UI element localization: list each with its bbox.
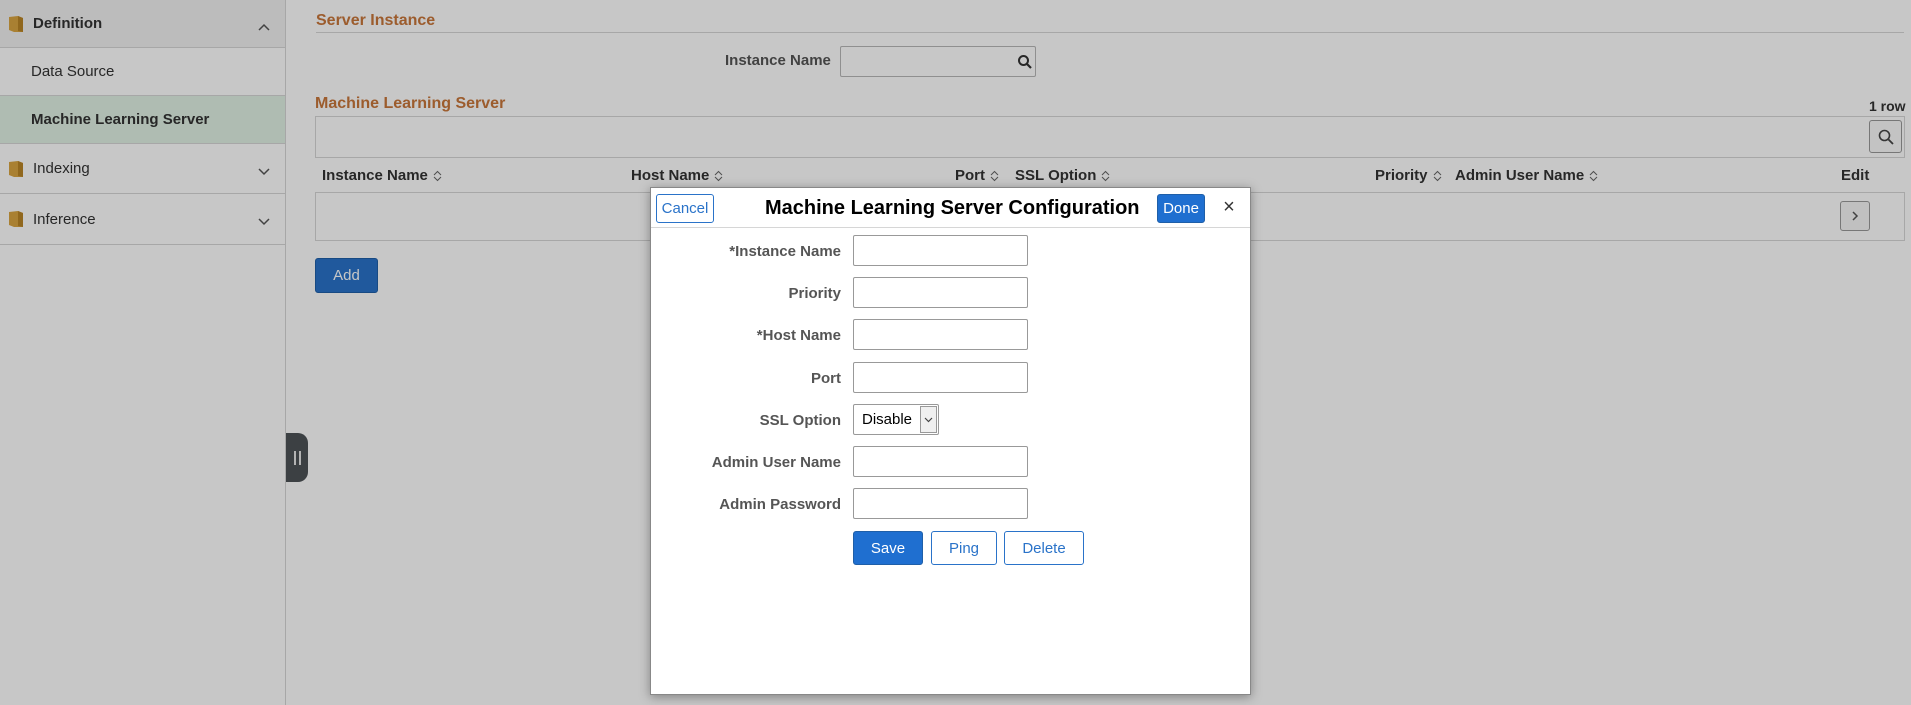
delete-button[interactable]: Delete — [1004, 531, 1084, 565]
ping-button[interactable]: Ping — [931, 531, 997, 565]
priority-field[interactable] — [853, 277, 1028, 308]
save-button[interactable]: Save — [853, 531, 923, 565]
port-label: Port — [811, 370, 841, 387]
ml-server-config-modal: Cancel Machine Learning Server Configura… — [650, 187, 1251, 695]
ssl-option-select[interactable]: Disable — [853, 404, 939, 435]
ssl-option-value: Disable — [862, 411, 913, 428]
close-icon[interactable]: × — [1221, 196, 1237, 218]
chevron-down-icon — [920, 406, 937, 433]
cancel-button[interactable]: Cancel — [656, 194, 714, 223]
admin-password-field[interactable] — [853, 488, 1028, 519]
host-name-field[interactable] — [853, 319, 1028, 350]
port-field[interactable] — [853, 362, 1028, 393]
priority-label: Priority — [788, 285, 841, 302]
host-name-label: *Host Name — [756, 327, 841, 344]
admin-user-name-field[interactable] — [853, 446, 1028, 477]
admin-user-name-label: Admin User Name — [711, 454, 841, 471]
ssl-option-label: SSL Option — [759, 412, 841, 429]
admin-password-label: Admin Password — [719, 496, 841, 513]
instance-name-label: *Instance Name — [729, 243, 841, 260]
done-button[interactable]: Done — [1157, 194, 1205, 223]
modal-header: Cancel Machine Learning Server Configura… — [651, 188, 1250, 228]
modal-title: Machine Learning Server Configuration — [765, 197, 1140, 219]
instance-name-field[interactable] — [853, 235, 1028, 266]
